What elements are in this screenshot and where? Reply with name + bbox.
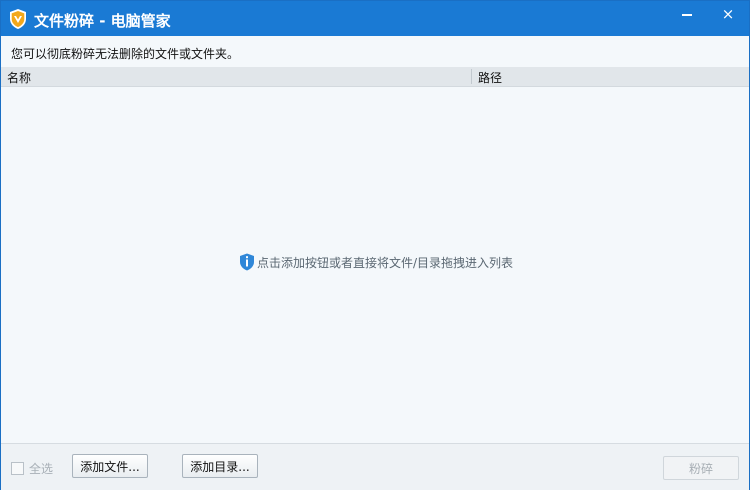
column-header-name[interactable]: 名称 [7,69,31,86]
shield-logo-icon [10,9,26,29]
close-icon: × [721,4,735,23]
add-file-button[interactable]: 添加文件... [72,454,148,478]
empty-list-hint-text: 点击添加按钮或者直接将文件/目录拖拽进入列表 [257,255,514,270]
column-header-path[interactable]: 路径 [478,69,502,86]
footer-bar: 全选 添加文件... 添加目录... 粉碎 [1,443,749,490]
minimize-button[interactable] [669,1,705,27]
select-all-label: 全选 [29,462,54,476]
list-header: 名称 路径 [1,67,749,87]
column-divider[interactable] [471,69,472,84]
file-list[interactable]: 点击添加按钮或者直接将文件/目录拖拽进入列表 [1,87,749,443]
add-directory-button[interactable]: 添加目录... [182,454,258,478]
info-icon [240,253,254,271]
empty-list-hint: 点击添加按钮或者直接将文件/目录拖拽进入列表 [239,253,513,271]
minimize-icon [682,14,692,16]
close-button[interactable]: × [710,1,746,27]
file-shredder-window: 文件粉碎 - 电脑管家 × 您可以彻底粉碎无法删除的文件或文件夹。 名称 路径 … [0,0,750,490]
checkbox-box[interactable] [11,462,24,475]
window-title: 文件粉碎 - 电脑管家 [34,12,171,30]
description-text: 您可以彻底粉碎无法删除的文件或文件夹。 [11,47,240,61]
shred-button[interactable]: 粉碎 [663,456,739,480]
select-all-checkbox[interactable]: 全选 [11,460,53,477]
title-bar: 文件粉碎 - 电脑管家 × [1,1,749,36]
